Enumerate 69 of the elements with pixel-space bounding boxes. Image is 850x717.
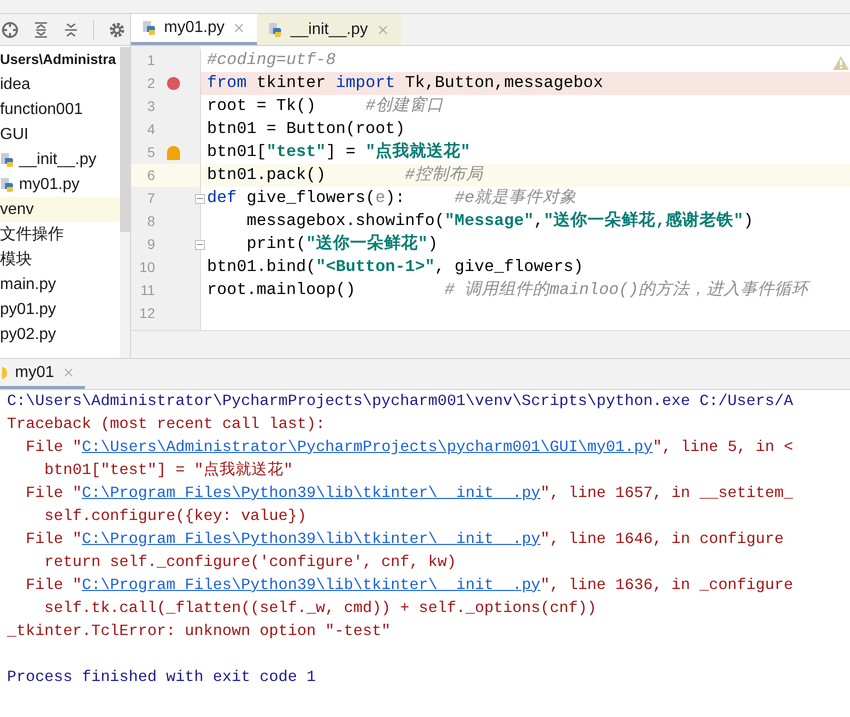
line-number: 12 bbox=[138, 304, 155, 323]
line-number: 10 bbox=[138, 258, 155, 277]
file-link[interactable]: C:\Program Files\Python39\lib\tkinter\__init__.py bbox=[82, 484, 540, 502]
python-file-icon bbox=[142, 20, 158, 36]
lightbulb-icon[interactable] bbox=[166, 146, 180, 160]
fold-icon[interactable] bbox=[195, 240, 205, 250]
line-number: 5 bbox=[146, 143, 155, 162]
console-line: btn01["test"] = "点我就送花" bbox=[43, 460, 293, 481]
code-line: root.mainloop() # 调用组件的mainloo()的方法，进入事件循环 bbox=[207, 279, 809, 302]
tree-item[interactable]: my01.py bbox=[0, 172, 120, 197]
tree-item[interactable]: py02.py bbox=[0, 322, 120, 347]
console-line: File "C:\Program Files\Python39\lib\tkinter\__init__.py", line 1646, in configure bbox=[24, 528, 784, 550]
tree-item[interactable]: py01.py bbox=[0, 297, 120, 322]
tree-item[interactable]: function001 bbox=[0, 97, 120, 122]
scrollbar-thumb[interactable] bbox=[120, 47, 130, 232]
code-line: #coding=utf-8 bbox=[207, 49, 336, 72]
console-line: C:\Users\Administrator\PycharmProjects\pycharm001\venv\Scripts\python.exe C:/Users/A bbox=[7, 390, 794, 412]
console-line: return self._configure('configure', cnf, kw) bbox=[43, 552, 456, 573]
code-line: def give_flowers(e): #e就是事件对象 bbox=[207, 187, 576, 210]
code-line: from tkinter import Tk,Button,messagebox bbox=[207, 72, 604, 94]
tree-item[interactable]: 模块 bbox=[0, 247, 120, 272]
console-line: Process finished with exit code 1 bbox=[7, 666, 316, 688]
code-line: btn01.bind("<Button-1>", give_flowers) bbox=[207, 256, 584, 278]
tree-item[interactable]: 文件操作 bbox=[0, 222, 120, 247]
tree-item[interactable]: __init__.py bbox=[0, 147, 120, 172]
settings-icon[interactable] bbox=[108, 20, 126, 38]
run-config-icon bbox=[2, 366, 7, 378]
line-number: 6 bbox=[146, 166, 155, 185]
close-icon[interactable] bbox=[62, 366, 76, 379]
code-line: btn01["test"] = "点我就送花" bbox=[207, 141, 470, 164]
warning-icon[interactable] bbox=[833, 56, 849, 70]
tree-item[interactable]: idea bbox=[0, 72, 120, 97]
code-line: print("送你一朵鲜花") bbox=[246, 233, 438, 256]
file-link[interactable]: C:\Program Files\Python39\lib\tkinter\__init__.py bbox=[82, 576, 540, 594]
console-line: self.tk.call(_flatten((self._w, cmd)) + self._options(cnf)) bbox=[43, 598, 597, 619]
line-number: 1 bbox=[146, 51, 155, 70]
line-number: 3 bbox=[146, 97, 155, 116]
tree-item[interactable]: Users\Administra bbox=[0, 47, 120, 72]
line-number: 2 bbox=[146, 74, 155, 93]
tree-item[interactable]: venv bbox=[0, 197, 120, 222]
line-number: 4 bbox=[146, 120, 155, 139]
expand-all-icon[interactable] bbox=[33, 22, 49, 38]
collapse-all-icon[interactable] bbox=[63, 22, 79, 38]
code-line: btn01 = Button(root) bbox=[207, 118, 406, 140]
tree-item[interactable]: GUI bbox=[0, 122, 120, 147]
console-line: self.configure({key: value}) bbox=[43, 506, 306, 527]
fold-icon[interactable] bbox=[195, 194, 205, 204]
line-number: 9 bbox=[146, 235, 155, 254]
code-line: messagebox.showinfo("Message","送你一朵鲜花,感谢老铁") bbox=[246, 210, 754, 232]
code-line: btn01.pack() #控制布局 bbox=[207, 164, 483, 186]
line-number: 8 bbox=[146, 212, 155, 231]
line-number: 11 bbox=[139, 281, 155, 300]
console-line: Traceback (most recent call last): bbox=[7, 414, 326, 435]
tree-item[interactable]: main.py bbox=[0, 272, 120, 297]
console-line: File "C:\Program Files\Python39\lib\tkinter\__init__.py", line 1657, in __setitem_ bbox=[24, 482, 794, 504]
python-file-icon bbox=[0, 152, 16, 168]
code-line: root = Tk() #创建窗口 bbox=[207, 95, 444, 118]
console-line: File "C:\Users\Administrator\PycharmProjects\pycharm001\GUI\my01.py", line 5, in < bbox=[24, 436, 794, 458]
console-line: _tkinter.TclError: unknown option "-test" bbox=[7, 620, 391, 642]
locate-icon[interactable] bbox=[1, 20, 19, 38]
editor-tab[interactable]: my01.py bbox=[131, 14, 258, 45]
run-tab[interactable]: my01 bbox=[0, 359, 86, 389]
file-link[interactable]: C:\Users\Administrator\PycharmProjects\pycharm001\GUI\my01.py bbox=[82, 438, 653, 456]
python-file-icon bbox=[0, 176, 16, 192]
line-number: 7 bbox=[146, 189, 155, 208]
breakpoint-icon[interactable] bbox=[166, 77, 180, 90]
editor-tab[interactable]: __init__.py bbox=[257, 14, 401, 45]
file-link[interactable]: C:\Program Files\Python39\lib\tkinter\__init__.py bbox=[82, 530, 540, 548]
console-line: File "C:\Program Files\Python39\lib\tkinter\__init__.py", line 1636, in _configure bbox=[24, 574, 794, 596]
